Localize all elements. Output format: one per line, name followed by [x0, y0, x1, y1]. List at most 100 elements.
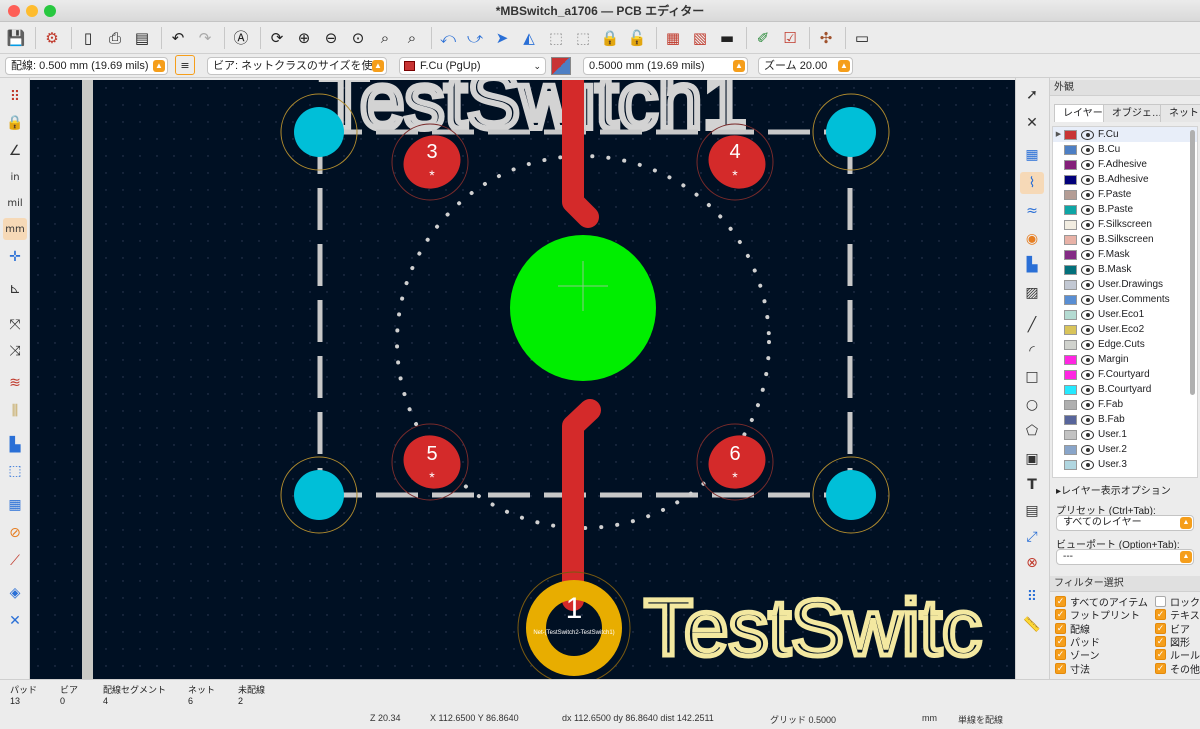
silk-bottom-text[interactable]: TestSwitc [642, 581, 985, 675]
corner-pad[interactable] [826, 107, 876, 157]
scripting-icon[interactable]: ✣ [814, 26, 838, 50]
inches-icon[interactable]: in [3, 166, 27, 188]
eye-icon[interactable] [1081, 159, 1094, 170]
flip-board-icon[interactable]: ➤ [490, 26, 514, 50]
eye-icon[interactable] [1081, 354, 1094, 365]
board-setup-icon[interactable]: ⚙ [40, 26, 64, 50]
layer-row[interactable]: User.1 [1053, 427, 1197, 442]
filter-checkbox[interactable]: ✓ その他 [1155, 662, 1200, 676]
layer-row[interactable]: F.Paste [1053, 187, 1197, 202]
rotate-cw-icon[interactable]: ⤻ [463, 26, 487, 50]
draw-rectangle-icon[interactable]: □ [1020, 366, 1044, 388]
corner-pad[interactable] [294, 107, 344, 157]
eye-icon[interactable] [1081, 234, 1094, 245]
checkbox-icon[interactable]: ✓ [1155, 622, 1166, 634]
layer-row[interactable]: F.Adhesive [1053, 157, 1197, 172]
eye-icon[interactable] [1081, 219, 1094, 230]
eye-icon[interactable] [1081, 309, 1094, 320]
close-window-button[interactable] [8, 5, 20, 17]
eye-icon[interactable] [1081, 444, 1094, 455]
polar-coords-icon[interactable]: ∠ [3, 140, 27, 162]
net-highlight-icon[interactable]: ⟋ [3, 550, 27, 572]
layer-select[interactable]: F.Cu (PgUp) ⌄ [399, 57, 546, 75]
high-contrast-icon[interactable]: ⫼ [3, 400, 27, 422]
eye-icon[interactable] [1081, 144, 1094, 155]
curved-ratsnest-icon[interactable]: ⤨ [3, 340, 27, 362]
measure-tool-icon[interactable]: 📏 [1020, 614, 1044, 636]
eye-icon[interactable] [1081, 324, 1094, 335]
layer-row[interactable]: B.Courtyard [1053, 382, 1197, 397]
zoom-window-button[interactable] [44, 5, 56, 17]
layer-color-swatch[interactable] [1064, 429, 1077, 440]
print-icon[interactable]: ⎙ [103, 26, 127, 50]
local-ratsnest-icon[interactable]: ✕ [1020, 112, 1044, 134]
page-setup-icon[interactable]: ▯ [76, 26, 100, 50]
filter-checkbox[interactable]: ✓ 寸法 [1055, 662, 1090, 676]
ungroup-icon[interactable]: ⬚ [571, 26, 595, 50]
layer-row[interactable]: Edge.Cuts [1053, 337, 1197, 352]
checkbox-icon[interactable]: ✓ [1055, 649, 1066, 661]
layer-color-swatch[interactable] [1064, 444, 1077, 455]
ratsnest-icon[interactable]: ⤧ [3, 314, 27, 336]
layer-row[interactable]: User.2 [1053, 442, 1197, 457]
layer-row[interactable]: F.Mask [1053, 247, 1197, 262]
filter-checkbox[interactable]: ✓テキスト [1155, 608, 1200, 622]
checkbox-icon[interactable]: ✓ [1055, 596, 1066, 607]
filter-checkbox[interactable]: ✓ 配線 [1055, 622, 1090, 636]
eye-icon[interactable] [1081, 414, 1094, 425]
layer-color-swatch[interactable] [1064, 459, 1077, 470]
layer-list[interactable]: ▶ F.Cu B.Cu F.Adhesive B.Adhesive F.Paste B.Pa… [1052, 126, 1198, 478]
draw-polygon-icon[interactable]: ⬠ [1020, 420, 1044, 442]
preset-select[interactable]: すべてのレイヤー ▲ [1056, 515, 1194, 531]
layer-display-options-toggle[interactable]: ▸レイヤー表示オプション [1056, 482, 1171, 497]
filter-checkbox[interactable]: ✓ ゾーン [1055, 648, 1100, 662]
layer-color-swatch[interactable] [1064, 264, 1077, 275]
layer-color-swatch[interactable] [1064, 144, 1077, 155]
checkbox-icon[interactable] [1155, 596, 1166, 607]
layer-list-scrollbar[interactable] [1190, 130, 1195, 395]
layer-row[interactable]: B.Silkscreen [1053, 232, 1197, 247]
layer-row[interactable]: User.Comments [1053, 292, 1197, 307]
minimize-window-button[interactable] [26, 5, 38, 17]
mirror-h-icon[interactable]: ◭ [517, 26, 541, 50]
redraw-icon[interactable]: ⟳ [265, 26, 289, 50]
eye-icon[interactable] [1081, 264, 1094, 275]
millimeters-icon[interactable]: mm [3, 218, 27, 240]
filter-checkbox[interactable]: ✓ 図形 [1155, 635, 1190, 649]
zoom-fit-icon[interactable]: ⊙ [346, 26, 370, 50]
unlock-icon[interactable]: 🔓 [625, 26, 649, 50]
layer-color-swatch[interactable] [1064, 219, 1077, 230]
redo-icon[interactable]: ↷ [193, 26, 217, 50]
draw-circle-icon[interactable]: ○ [1020, 394, 1044, 416]
layer-color-swatch[interactable] [1064, 384, 1077, 395]
group-icon[interactable]: ⬚ [544, 26, 568, 50]
checkbox-icon[interactable]: ✓ [1055, 622, 1066, 634]
add-rule-area-icon[interactable]: ▨ [1020, 282, 1044, 304]
filter-checkbox[interactable]: ✓ ビア [1155, 622, 1190, 636]
draw-line-icon[interactable]: ╱ [1020, 314, 1044, 336]
eye-icon[interactable] [1081, 294, 1094, 305]
zoom-selection-icon[interactable]: ⌕ [400, 26, 424, 50]
axes-icon[interactable]: ⊾ [3, 278, 27, 300]
checkbox-icon[interactable]: ✓ [1155, 635, 1166, 647]
zoom-select[interactable]: ズーム 20.00 ▲ [758, 57, 853, 75]
layer-row[interactable]: B.Adhesive [1053, 172, 1197, 187]
tab-objects[interactable]: オブジェ… [1102, 104, 1161, 122]
layer-color-swatch[interactable] [1064, 399, 1077, 410]
corner-pad[interactable] [294, 470, 344, 520]
layer-color-swatch[interactable] [1064, 174, 1077, 185]
layer-row[interactable]: B.Mask [1053, 262, 1197, 277]
layer-color-swatch[interactable] [1064, 249, 1077, 260]
checkbox-icon[interactable]: ✓ [1155, 609, 1166, 621]
rotate-ccw-icon[interactable]: ⤺ [436, 26, 460, 50]
add-via-icon[interactable]: ◉ [1020, 228, 1044, 250]
layer-color-swatch[interactable] [1064, 294, 1077, 305]
route-diff-pair-icon[interactable]: ≈ [1020, 200, 1044, 222]
zoom-objects-icon[interactable]: ⌕ [373, 26, 397, 50]
eye-icon[interactable] [1081, 279, 1094, 290]
layer-color-swatch[interactable] [1064, 324, 1077, 335]
add-text-icon[interactable]: T [1020, 474, 1044, 496]
select-arrow-icon[interactable]: ➚ [1020, 84, 1044, 106]
layer-color-swatch[interactable] [1064, 129, 1077, 140]
layer-row[interactable]: F.Silkscreen [1053, 217, 1197, 232]
